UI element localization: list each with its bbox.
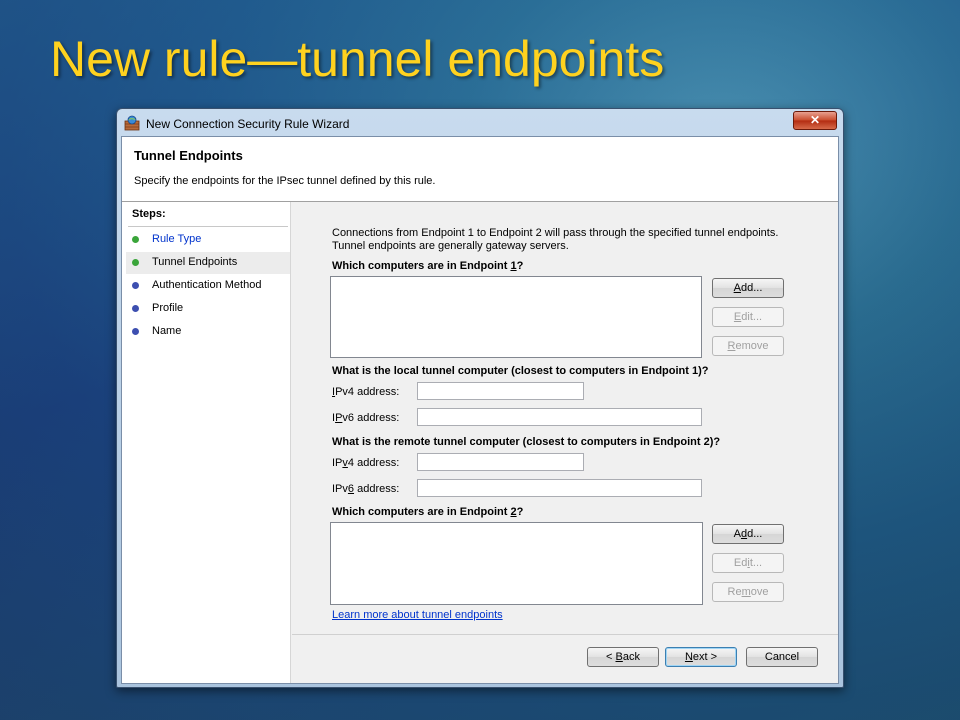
endpoint2-computers-list[interactable] — [330, 522, 703, 605]
slide-title: New rule—tunnel endpoints — [50, 31, 665, 87]
step-name: Name — [126, 321, 290, 343]
step-completed-icon — [132, 236, 139, 243]
local-ipv6-label: IPv6 address: — [332, 412, 400, 424]
intro-line: Connections from Endpoint 1 to Endpoint … — [332, 227, 779, 239]
step-label: Rule Type — [152, 233, 202, 245]
endpoint2-label: Which computers are in Endpoint 2? — [332, 506, 524, 518]
step-pending-icon — [132, 305, 139, 312]
title-bar[interactable]: New Connection Security Rule Wizard ✕ — [117, 109, 843, 136]
page-title: Tunnel Endpoints — [134, 148, 243, 163]
wizard-window: New Connection Security Rule Wizard ✕ Tu… — [116, 108, 844, 688]
window-title: New Connection Security Rule Wizard — [146, 117, 350, 131]
local-ipv4-input[interactable] — [417, 382, 584, 400]
remote-ipv4-input[interactable] — [417, 453, 584, 471]
local-ipv6-input[interactable] — [417, 408, 702, 426]
endpoint1-edit-button[interactable]: Edit... — [712, 307, 784, 327]
wizard-content: Connections from Endpoint 1 to Endpoint … — [292, 202, 838, 683]
local-ipv4-label: IPv4 address: — [332, 386, 400, 398]
step-label: Tunnel Endpoints — [152, 256, 238, 268]
endpoint1-remove-button[interactable]: Remove — [712, 336, 784, 356]
step-label: Profile — [152, 302, 184, 314]
endpoint2-remove-button[interactable]: Remove — [712, 582, 784, 602]
close-icon: ✕ — [809, 113, 821, 127]
step-label: Authentication Method — [152, 279, 262, 291]
remote-ipv4-label: IPv4 address: — [332, 457, 400, 469]
wizard-client-area: Tunnel Endpoints Specify the endpoints f… — [121, 136, 839, 684]
remote-tunnel-label: What is the remote tunnel computer (clos… — [332, 436, 721, 448]
step-current-icon — [132, 259, 139, 266]
remote-ipv6-label: IPv6 address: — [332, 483, 400, 495]
next-button[interactable]: Next > — [665, 647, 737, 667]
local-tunnel-label: What is the local tunnel computer (close… — [332, 365, 709, 377]
endpoint2-add-button[interactable]: Add... — [712, 524, 784, 544]
step-rule-type[interactable]: Rule Type — [126, 229, 290, 251]
remote-ipv6-input[interactable] — [417, 479, 702, 497]
step-profile: Profile — [126, 298, 290, 320]
endpoint2-edit-button[interactable]: Edit... — [712, 553, 784, 573]
step-pending-icon — [132, 328, 139, 335]
endpoint1-add-button[interactable]: Add... — [712, 278, 784, 298]
back-button[interactable]: < Back — [587, 647, 659, 667]
close-button[interactable]: ✕ — [793, 111, 837, 130]
learn-more-link[interactable]: Learn more about tunnel endpoints — [332, 609, 503, 621]
step-tunnel-endpoints[interactable]: Tunnel Endpoints — [126, 252, 290, 274]
cancel-button[interactable]: Cancel — [746, 647, 818, 667]
intro-text: Connections from Endpoint 1 to Endpoint … — [332, 227, 812, 253]
firewall-wizard-icon — [124, 115, 140, 131]
steps-title: Steps: — [132, 208, 166, 220]
step-pending-icon — [132, 282, 139, 289]
endpoint1-computers-list[interactable] — [330, 276, 702, 358]
page-description: Specify the endpoints for the IPsec tunn… — [134, 175, 436, 187]
steps-divider — [128, 226, 288, 227]
steps-pane: Steps: Rule Type Tunnel Endpoints Authen… — [122, 202, 291, 683]
intro-line: Tunnel endpoints are generally gateway s… — [332, 240, 569, 252]
step-label: Name — [152, 325, 182, 337]
step-authentication-method: Authentication Method — [126, 275, 290, 297]
wizard-header: Tunnel Endpoints Specify the endpoints f… — [122, 137, 838, 202]
endpoint1-label: Which computers are in Endpoint 1? — [332, 260, 524, 272]
footer-divider — [292, 634, 838, 635]
